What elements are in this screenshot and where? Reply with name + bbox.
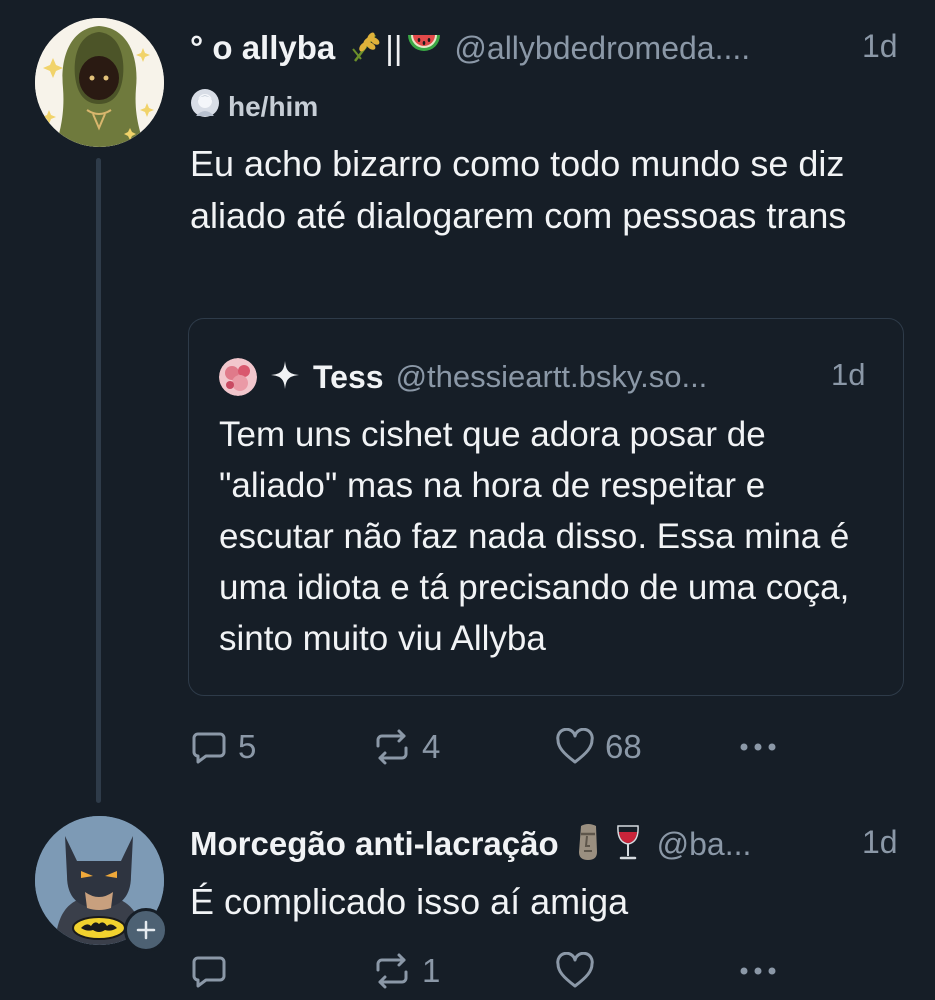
ellipsis-icon — [740, 743, 776, 751]
post-allyba[interactable]: ° o allyba || @allybdedromeda.... 1d he/… — [0, 0, 935, 810]
quote-header: Tess @thessieartt.bsky.so... — [219, 355, 809, 399]
post-text: Eu acho bizarro como todo mundo se diz a… — [190, 143, 847, 236]
quote-handle[interactable]: @thessieartt.bsky.so... — [396, 359, 708, 395]
thread-line — [96, 158, 101, 803]
handle[interactable]: @allybdedromeda.... — [454, 30, 750, 67]
quote-time[interactable]: 1d — [831, 357, 865, 393]
display-name[interactable]: ° o allyba — [190, 29, 335, 67]
post-actions: 1 — [0, 944, 935, 999]
repost-count: 1 — [422, 952, 441, 989]
repost-button[interactable]: 1 — [372, 952, 440, 990]
post-actions: 5 4 68 — [0, 720, 935, 775]
post-time[interactable]: 1d — [862, 824, 898, 861]
pronouns: he/him — [228, 90, 319, 122]
repost-count: 4 — [422, 728, 441, 765]
plus-icon — [136, 920, 156, 940]
post-header: Morcegão anti-lacração @ba... — [190, 820, 850, 868]
like-button[interactable] — [555, 952, 605, 990]
sparkle-icon — [269, 359, 301, 396]
display-name[interactable]: Morcegão anti-lacração — [190, 825, 559, 863]
reply-button[interactable] — [190, 952, 238, 990]
wine-glass-emoji-icon — [613, 822, 643, 867]
name-separator: || — [385, 29, 403, 66]
reply-count: 5 — [238, 728, 257, 765]
quote-text: Tem uns cishet que adora posar de "aliad… — [219, 415, 850, 658]
pronouns-row: he/him — [190, 88, 318, 125]
avatar-allyba[interactable] — [35, 18, 164, 147]
like-button[interactable]: 68 — [555, 728, 642, 766]
watermelon-emoji-icon — [406, 31, 442, 66]
pronoun-avatar-icon — [190, 88, 220, 125]
hooded-figure-avatar-image — [35, 18, 164, 147]
repost-arrows-icon — [376, 953, 408, 989]
repost-button[interactable]: 4 — [372, 728, 440, 766]
quoted-post-card[interactable]: Tess @thessieartt.bsky.so... 1d Tem uns … — [188, 318, 904, 696]
more-options-button[interactable] — [738, 728, 782, 766]
repost-arrows-icon — [376, 729, 408, 765]
moai-emoji-icon — [573, 822, 603, 867]
reply-button[interactable]: 5 — [190, 728, 256, 766]
ellipsis-icon — [740, 967, 776, 975]
heart-icon — [556, 728, 594, 764]
speech-bubble-icon — [192, 732, 226, 764]
quote-avatar[interactable] — [219, 358, 257, 396]
handle[interactable]: @ba... — [657, 826, 752, 863]
post-header: ° o allyba || @allybdedromeda.... — [190, 24, 850, 72]
post-text: É complicado isso aí amiga — [190, 881, 629, 922]
quote-display-name[interactable]: Tess — [313, 359, 384, 396]
like-count: 68 — [605, 728, 642, 765]
speech-bubble-icon — [192, 956, 226, 988]
heart-icon — [556, 952, 594, 988]
more-options-button[interactable] — [738, 952, 782, 990]
post-time[interactable]: 1d — [862, 28, 898, 65]
wheat-emoji-icon — [349, 29, 383, 68]
post-morcegao[interactable]: Morcegão anti-lacração @ba... 1d É compl… — [0, 810, 935, 1000]
